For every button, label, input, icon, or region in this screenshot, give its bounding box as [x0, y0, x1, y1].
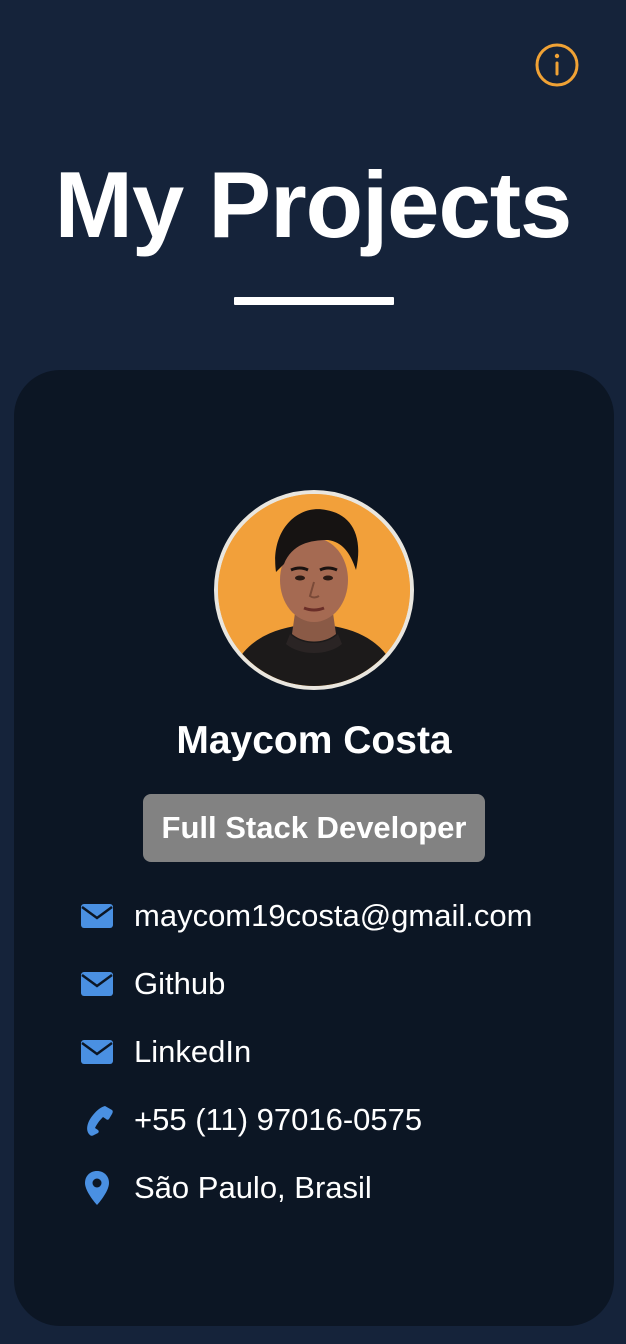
profile-name: Maycom Costa: [176, 719, 452, 762]
avatar: [214, 490, 414, 690]
contact-phone-label: +55 (11) 97016-0575: [134, 1102, 423, 1137]
envelope-icon: [80, 1035, 114, 1069]
contact-list: maycom19costa@gmail.com Github LinkedIn …: [80, 882, 580, 1222]
phone-icon: [80, 1103, 114, 1137]
role-badge: Full Stack Developer: [143, 794, 485, 862]
contact-github-label: Github: [134, 966, 226, 1001]
contact-location-label: São Paulo, Brasil: [134, 1170, 372, 1205]
contact-email[interactable]: maycom19costa@gmail.com: [80, 882, 580, 950]
info-icon[interactable]: [534, 42, 580, 88]
contact-phone[interactable]: +55 (11) 97016-0575: [80, 1086, 580, 1154]
contact-email-label: maycom19costa@gmail.com: [134, 898, 533, 933]
avatar-image: [218, 494, 410, 686]
page-title: My Projects: [54, 152, 573, 257]
contact-linkedin[interactable]: LinkedIn: [80, 1018, 580, 1086]
envelope-icon: [80, 899, 114, 933]
contact-linkedin-label: LinkedIn: [134, 1034, 252, 1069]
map-pin-icon: [80, 1171, 114, 1205]
contact-location[interactable]: São Paulo, Brasil: [80, 1154, 580, 1222]
title-underline: [234, 297, 394, 305]
page: My Projects Maycom Costa Full Stack Deve…: [0, 0, 626, 1344]
envelope-icon: [80, 967, 114, 1001]
contact-github[interactable]: Github: [80, 950, 580, 1018]
profile-card: Maycom Costa Full Stack Developer maycom…: [14, 370, 614, 1326]
